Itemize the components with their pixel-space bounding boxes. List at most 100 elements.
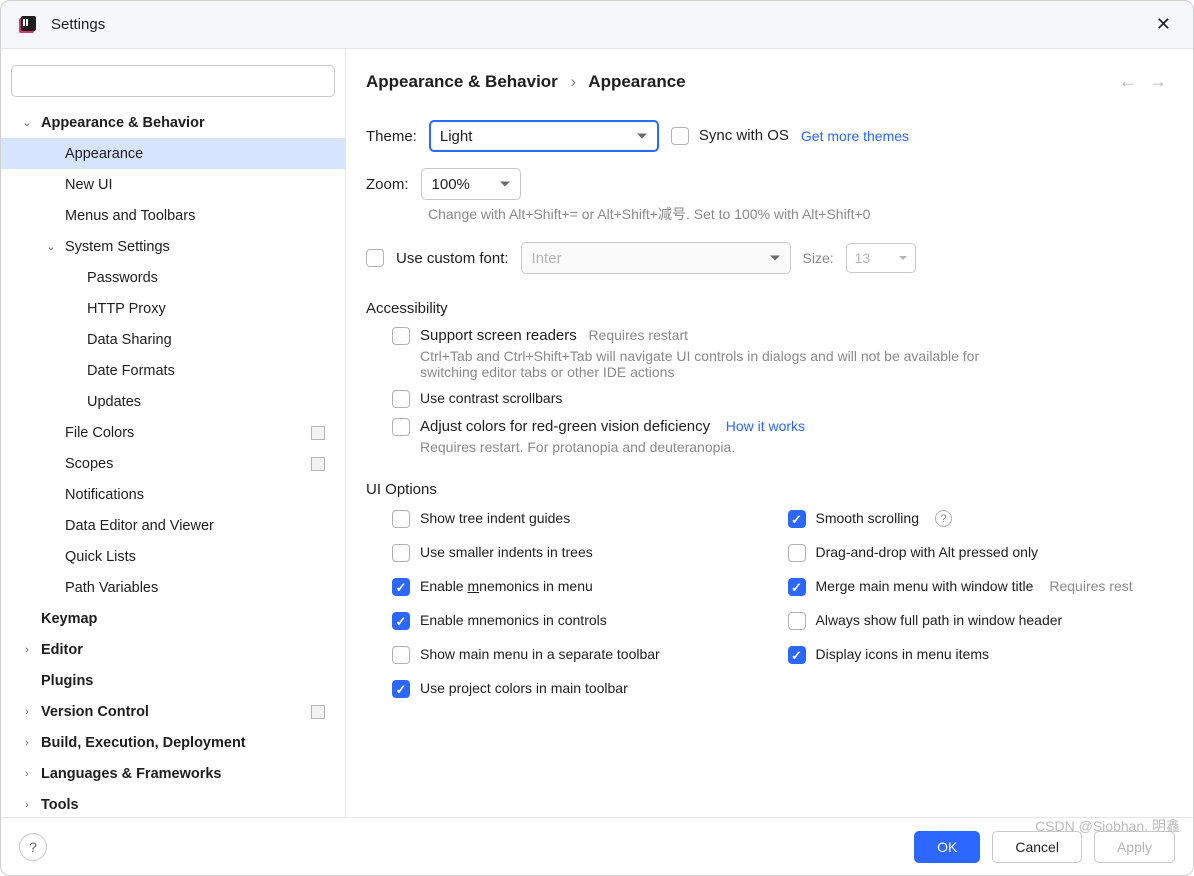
nav-back-icon[interactable]: ← [1113, 67, 1143, 96]
sidebar-item-path-variables[interactable]: Path Variables [1, 572, 345, 603]
theme-select[interactable]: Light [429, 120, 659, 152]
chevron-right-icon[interactable]: › [19, 799, 35, 811]
sidebar-item-label: Tools [41, 797, 79, 813]
ui-option-label: Show tree indent guides [420, 510, 570, 526]
project-badge-icon [311, 705, 325, 719]
sidebar-item-data-sharing[interactable]: Data Sharing [1, 324, 345, 355]
chevron-down-icon[interactable]: ⌄ [19, 116, 35, 129]
sidebar-item-label: Data Sharing [87, 332, 172, 348]
custom-font-checkbox[interactable] [366, 249, 384, 267]
sidebar-item-label: Appearance [65, 146, 143, 162]
sidebar-item-tools[interactable]: › Tools [1, 789, 345, 817]
breadcrumb: Appearance & Behavior › Appearance [366, 72, 686, 92]
font-size-label: Size: [803, 250, 834, 266]
sidebar-item-quick-lists[interactable]: Quick Lists [1, 541, 345, 572]
ui-option-label: Use project colors in main toolbar [420, 680, 628, 696]
window-title: Settings [51, 16, 105, 33]
screen-readers-checkbox[interactable] [392, 327, 410, 345]
chevron-right-icon[interactable]: › [19, 644, 35, 656]
ui-option-checkbox[interactable] [392, 510, 410, 528]
titlebar: Settings ✕ [1, 1, 1193, 49]
sidebar-item-keymap[interactable]: Keymap [1, 603, 345, 634]
sidebar-item-file-colors[interactable]: File Colors [1, 417, 345, 448]
sidebar-item-new-ui[interactable]: New UI [1, 169, 345, 200]
how-it-works-link[interactable]: How it works [726, 418, 805, 434]
settings-tree[interactable]: ⌄ Appearance & Behavior Appearance New UI Me… [1, 107, 345, 817]
custom-font-label: Use custom font: [396, 250, 509, 267]
sidebar-item-system-settings[interactable]: ⌄System Settings [1, 231, 345, 262]
sidebar-item-notifications[interactable]: Notifications [1, 479, 345, 510]
dialog-footer: ? OK Cancel Apply [1, 817, 1193, 875]
ui-option-checkbox[interactable] [392, 612, 410, 630]
close-icon[interactable]: ✕ [1150, 10, 1177, 39]
ui-option-smooth-scrolling: Smooth scrolling? [788, 510, 1174, 528]
project-badge-icon [311, 426, 325, 440]
search-input[interactable] [11, 65, 335, 97]
ui-option-checkbox[interactable] [392, 646, 410, 664]
ui-option-checkbox[interactable] [392, 578, 410, 596]
chevron-right-icon[interactable]: › [19, 737, 35, 749]
zoom-label: Zoom: [366, 176, 409, 193]
sidebar-item-editor[interactable]: › Editor [1, 634, 345, 665]
nav-forward-icon[interactable]: → [1143, 67, 1173, 96]
ui-option-display-icons-in-menu-items: Display icons in menu items [788, 646, 1174, 664]
colorblind-checkbox[interactable] [392, 418, 410, 436]
help-button[interactable]: ? [19, 833, 47, 861]
sidebar-item-date-formats[interactable]: Date Formats [1, 355, 345, 386]
sidebar-item-label: Build, Execution, Deployment [41, 735, 246, 751]
chevron-right-icon[interactable]: › [19, 768, 35, 780]
sidebar-item-label: Updates [87, 394, 141, 410]
cancel-button[interactable]: Cancel [992, 831, 1082, 863]
sidebar-item-label: File Colors [65, 425, 134, 441]
sidebar-item-label: Quick Lists [65, 549, 136, 565]
sync-os-checkbox[interactable] [671, 127, 689, 145]
sidebar-item-languages-frameworks[interactable]: › Languages & Frameworks [1, 758, 345, 789]
ui-option-label: Use smaller indents in trees [420, 544, 593, 560]
sidebar: ⌕ ⌄Appearance & BehaviorAppearanceNew UI… [1, 49, 346, 817]
ui-option-checkbox[interactable] [788, 646, 806, 664]
sidebar-item-updates[interactable]: Updates [1, 386, 345, 417]
ui-option-show-tree-indent-guides: Show tree indent guides [392, 510, 778, 528]
font-size-input[interactable]: 13 [846, 243, 916, 273]
sidebar-item-build-execution-deployment[interactable]: › Build, Execution, Deployment [1, 727, 345, 758]
chevron-down-icon[interactable]: ⌄ [43, 240, 59, 253]
sidebar-item-version-control[interactable]: ›Version Control [1, 696, 345, 727]
font-family-select[interactable]: Inter [521, 242, 791, 274]
ui-option-checkbox[interactable] [392, 680, 410, 698]
ui-option-checkbox[interactable] [788, 510, 806, 528]
ui-option-label: Display icons in menu items [816, 646, 990, 662]
contrast-scrollbars-checkbox[interactable] [392, 390, 410, 408]
ui-option-checkbox[interactable] [788, 544, 806, 562]
sidebar-item-appearance-behavior[interactable]: ⌄ Appearance & Behavior [1, 107, 345, 138]
zoom-select[interactable]: 100% [421, 168, 521, 200]
sidebar-item-menus-and-toolbars[interactable]: Menus and Toolbars [1, 200, 345, 231]
sidebar-item-label: Appearance & Behavior [41, 115, 205, 131]
ui-option-label: Always show full path in window header [816, 612, 1063, 628]
ui-option-enable-mnemonics-in-menu: Enable mnemonics in menu [392, 578, 778, 596]
sidebar-item-label: Date Formats [87, 363, 175, 379]
ui-option-checkbox[interactable] [392, 544, 410, 562]
sidebar-item-label: Menus and Toolbars [65, 208, 195, 224]
sidebar-item-passwords[interactable]: Passwords [1, 262, 345, 293]
sidebar-item-plugins[interactable]: Plugins [1, 665, 345, 696]
chevron-right-icon[interactable]: › [19, 706, 35, 718]
requires-restart-hint: Requires rest [1049, 578, 1132, 594]
sidebar-item-appearance[interactable]: Appearance [1, 138, 345, 169]
help-icon[interactable]: ? [935, 510, 952, 527]
ui-option-use-project-colors-in-main-toolbar: Use project colors in main toolbar [392, 680, 778, 698]
main-panel: Appearance & Behavior › Appearance ← → T… [346, 49, 1193, 817]
get-themes-link[interactable]: Get more themes [801, 128, 909, 144]
sidebar-item-label: Editor [41, 642, 83, 658]
sidebar-item-http-proxy[interactable]: HTTP Proxy [1, 293, 345, 324]
apply-button[interactable]: Apply [1094, 831, 1175, 863]
ui-option-always-show-full-path-in-window-header: Always show full path in window header [788, 612, 1174, 630]
sidebar-item-data-editor-and-viewer[interactable]: Data Editor and Viewer [1, 510, 345, 541]
sidebar-item-label: Plugins [41, 673, 93, 689]
ui-option-label: Show main menu in a separate toolbar [420, 646, 660, 662]
ui-option-checkbox[interactable] [788, 578, 806, 596]
ok-button[interactable]: OK [914, 831, 980, 863]
ui-option-checkbox[interactable] [788, 612, 806, 630]
sidebar-item-label: Languages & Frameworks [41, 766, 222, 782]
ui-option-label: Enable mnemonics in controls [420, 612, 607, 628]
sidebar-item-scopes[interactable]: Scopes [1, 448, 345, 479]
